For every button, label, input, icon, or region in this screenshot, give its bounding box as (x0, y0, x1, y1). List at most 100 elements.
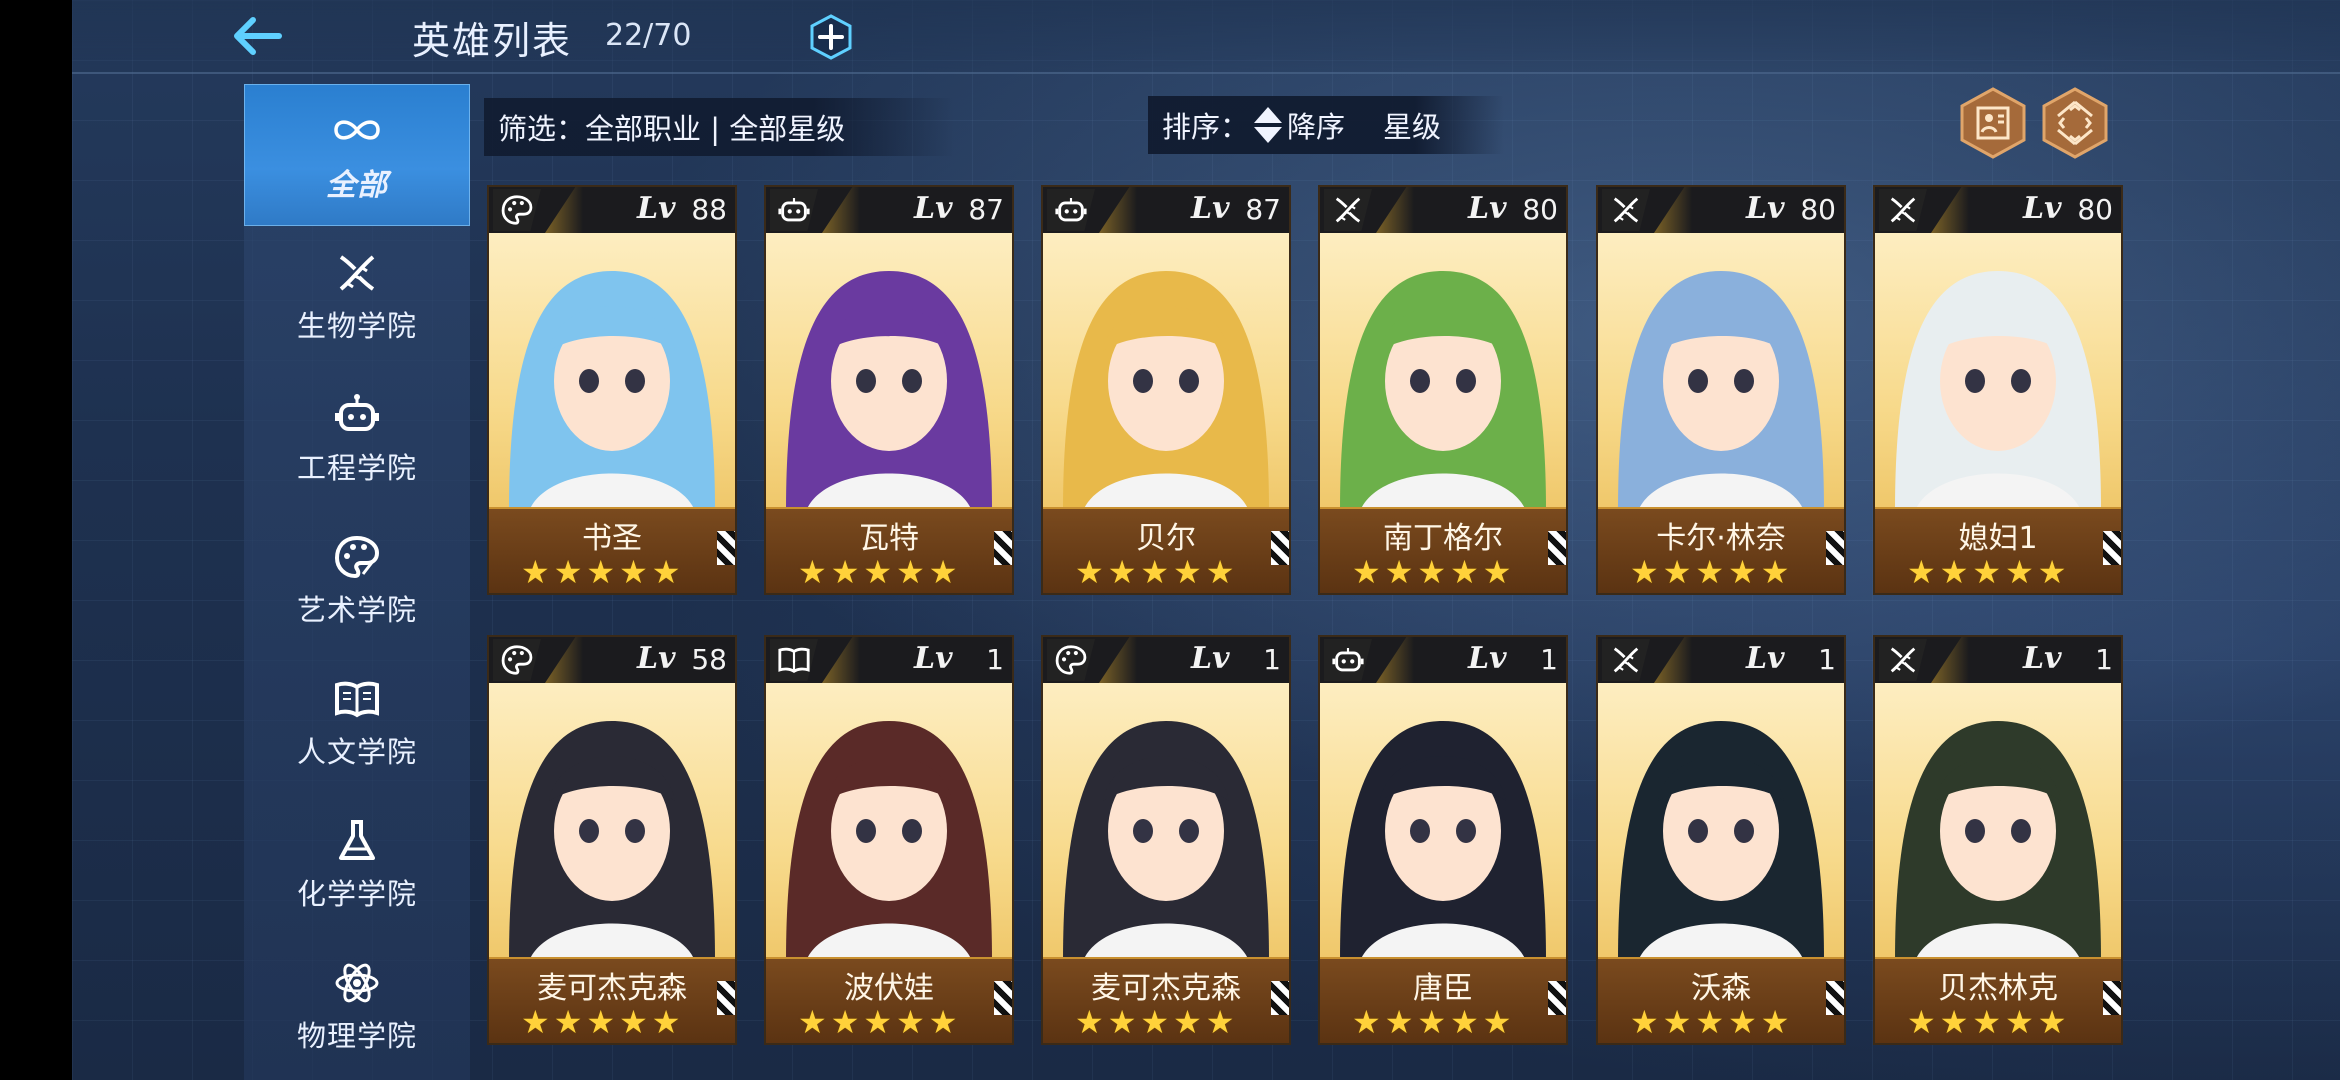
star-rating: ★★★★★ (1630, 553, 1794, 591)
star-rating: ★★★★★ (798, 1003, 962, 1041)
hero-portrait (1063, 721, 1269, 961)
hero-portrait (509, 271, 715, 511)
back-arrow-icon (234, 17, 282, 55)
category-sidebar: 全部 生物学院 工程学院 艺术学院 人文学院 化学学院 物理学院 (244, 84, 470, 1080)
page-title: 英雄列表 (412, 19, 573, 63)
sort-key-button[interactable]: 星级 (1383, 104, 1441, 146)
checkered-corner (1271, 531, 1289, 565)
dna-icon (1602, 189, 1650, 231)
sidebar-item-engineering[interactable]: 工程学院 (244, 368, 470, 510)
level-label: Lv (1468, 191, 1507, 226)
level-label: Lv (637, 641, 676, 676)
hero-name: 麦可杰克森 (1091, 971, 1241, 1006)
checkered-corner (717, 531, 735, 565)
sidebar-item-label: 化学学院 (296, 877, 417, 911)
hero-card[interactable]: Lv 1 波伏娃 ★★★★★ (764, 635, 1014, 1045)
sidebar-item-label: 物理学院 (296, 1019, 417, 1053)
card-name-bar: 贝杰林克 ★★★★★ (1875, 957, 2121, 1043)
hero-portrait (786, 271, 992, 511)
hero-name: 媳妇1 (1958, 521, 2038, 556)
hero-card[interactable]: Lv 80 媳妇1 ★★★★★ (1873, 185, 2123, 595)
checkered-corner (1548, 981, 1566, 1015)
card-name-bar: 卡尔·林奈 ★★★★★ (1598, 507, 1844, 593)
hero-level: 1 (986, 643, 1004, 676)
hero-name: 贝杰林克 (1938, 971, 2058, 1006)
card-header: Lv 87 (766, 187, 1012, 233)
card-name-bar: 波伏娃 ★★★★★ (766, 957, 1012, 1043)
hero-card[interactable]: Lv 1 唐臣 ★★★★★ (1318, 635, 1568, 1045)
plus-hex-icon (810, 14, 852, 60)
level-label: Lv (914, 191, 953, 226)
checkered-corner (1826, 531, 1844, 565)
star-rating: ★★★★★ (1352, 1003, 1516, 1041)
sidebar-item-label: 生物学院 (296, 309, 417, 343)
robot-icon (329, 391, 385, 439)
sort-bar: 排序： 降序 星级 (1148, 96, 1504, 154)
level-label: Lv (637, 191, 676, 226)
hero-portrait (1340, 721, 1546, 961)
star-rating: ★★★★★ (521, 553, 685, 591)
checkered-corner (1271, 981, 1289, 1015)
sidebar-item-physics[interactable]: 物理学院 (244, 936, 470, 1078)
palette-icon (493, 189, 541, 231)
hero-name: 南丁格尔 (1383, 521, 1503, 556)
filter-button[interactable]: 筛选：全部职业 | 全部星级 (484, 98, 954, 156)
card-header: Lv 80 (1598, 187, 1844, 233)
card-name-bar: 瓦特 ★★★★★ (766, 507, 1012, 593)
sort-direction-toggle[interactable]: 降序 (1249, 103, 1345, 147)
back-button[interactable] (222, 8, 292, 64)
sidebar-item-biology[interactable]: 生物学院 (244, 226, 470, 368)
level-label: Lv (1191, 641, 1230, 676)
star-rating: ★★★★★ (1075, 553, 1239, 591)
hero-card[interactable]: Lv 1 贝杰林克 ★★★★★ (1873, 635, 2123, 1045)
hero-name: 沃森 (1691, 971, 1751, 1006)
sidebar-item-humanities[interactable]: 人文学院 (244, 652, 470, 794)
sort-label: 排序： (1162, 110, 1250, 144)
level-label: Lv (2023, 191, 2062, 226)
card-name-bar: 贝尔 ★★★★★ (1043, 507, 1289, 593)
checkered-corner (717, 981, 735, 1015)
hero-card[interactable]: Lv 58 麦可杰克森 ★★★★★ (487, 635, 737, 1045)
hero-card[interactable]: Lv 88 书圣 ★★★★★ (487, 185, 737, 595)
hero-portrait (786, 721, 992, 961)
palette-icon (493, 639, 541, 681)
card-header: Lv 58 (489, 637, 735, 683)
hero-name: 波伏娃 (844, 971, 934, 1006)
sidebar-item-chemistry[interactable]: 化学学院 (244, 794, 470, 936)
sidebar-item-label: 工程学院 (296, 451, 417, 485)
hero-card[interactable]: Lv 1 沃森 ★★★★★ (1596, 635, 1846, 1045)
star-rating: ★★★★★ (798, 553, 962, 591)
sidebar-item-art[interactable]: 艺术学院 (244, 510, 470, 652)
card-name-bar: 书圣 ★★★★★ (489, 507, 735, 593)
hero-card[interactable]: Lv 87 贝尔 ★★★★★ (1041, 185, 1291, 595)
hero-card-view-button[interactable] (1958, 86, 2028, 160)
star-rating: ★★★★★ (1075, 1003, 1239, 1041)
hero-name: 卡尔·林奈 (1656, 521, 1786, 556)
sidebar-item-all[interactable]: 全部 (244, 84, 470, 226)
card-name-bar: 沃森 ★★★★★ (1598, 957, 1844, 1043)
id-card-icon (1960, 87, 2026, 159)
card-header: Lv 1 (1320, 637, 1566, 683)
level-label: Lv (2023, 641, 2062, 676)
checkered-corner (1826, 981, 1844, 1015)
card-header: Lv 1 (1043, 637, 1289, 683)
hero-level: 80 (2077, 193, 2113, 226)
hero-name: 书圣 (582, 521, 642, 556)
palette-icon (1047, 639, 1095, 681)
robot-icon (770, 189, 818, 231)
focus-view-button[interactable] (2040, 86, 2110, 160)
add-button[interactable] (808, 14, 854, 60)
checkered-corner (994, 981, 1012, 1015)
hero-level: 1 (1263, 643, 1281, 676)
card-header: Lv 88 (489, 187, 735, 233)
hero-card[interactable]: Lv 80 卡尔·林奈 ★★★★★ (1596, 185, 1846, 595)
hero-card[interactable]: Lv 1 麦可杰克森 ★★★★★ (1041, 635, 1291, 1045)
level-label: Lv (1468, 641, 1507, 676)
hero-card[interactable]: Lv 87 瓦特 ★★★★★ (764, 185, 1014, 595)
palette-icon (329, 533, 385, 581)
star-rating: ★★★★★ (1907, 553, 2071, 591)
hero-name: 麦可杰克森 (537, 971, 687, 1006)
hero-card[interactable]: Lv 80 南丁格尔 ★★★★★ (1318, 185, 1568, 595)
atom-icon (329, 959, 385, 1007)
checkered-corner (2103, 981, 2121, 1015)
